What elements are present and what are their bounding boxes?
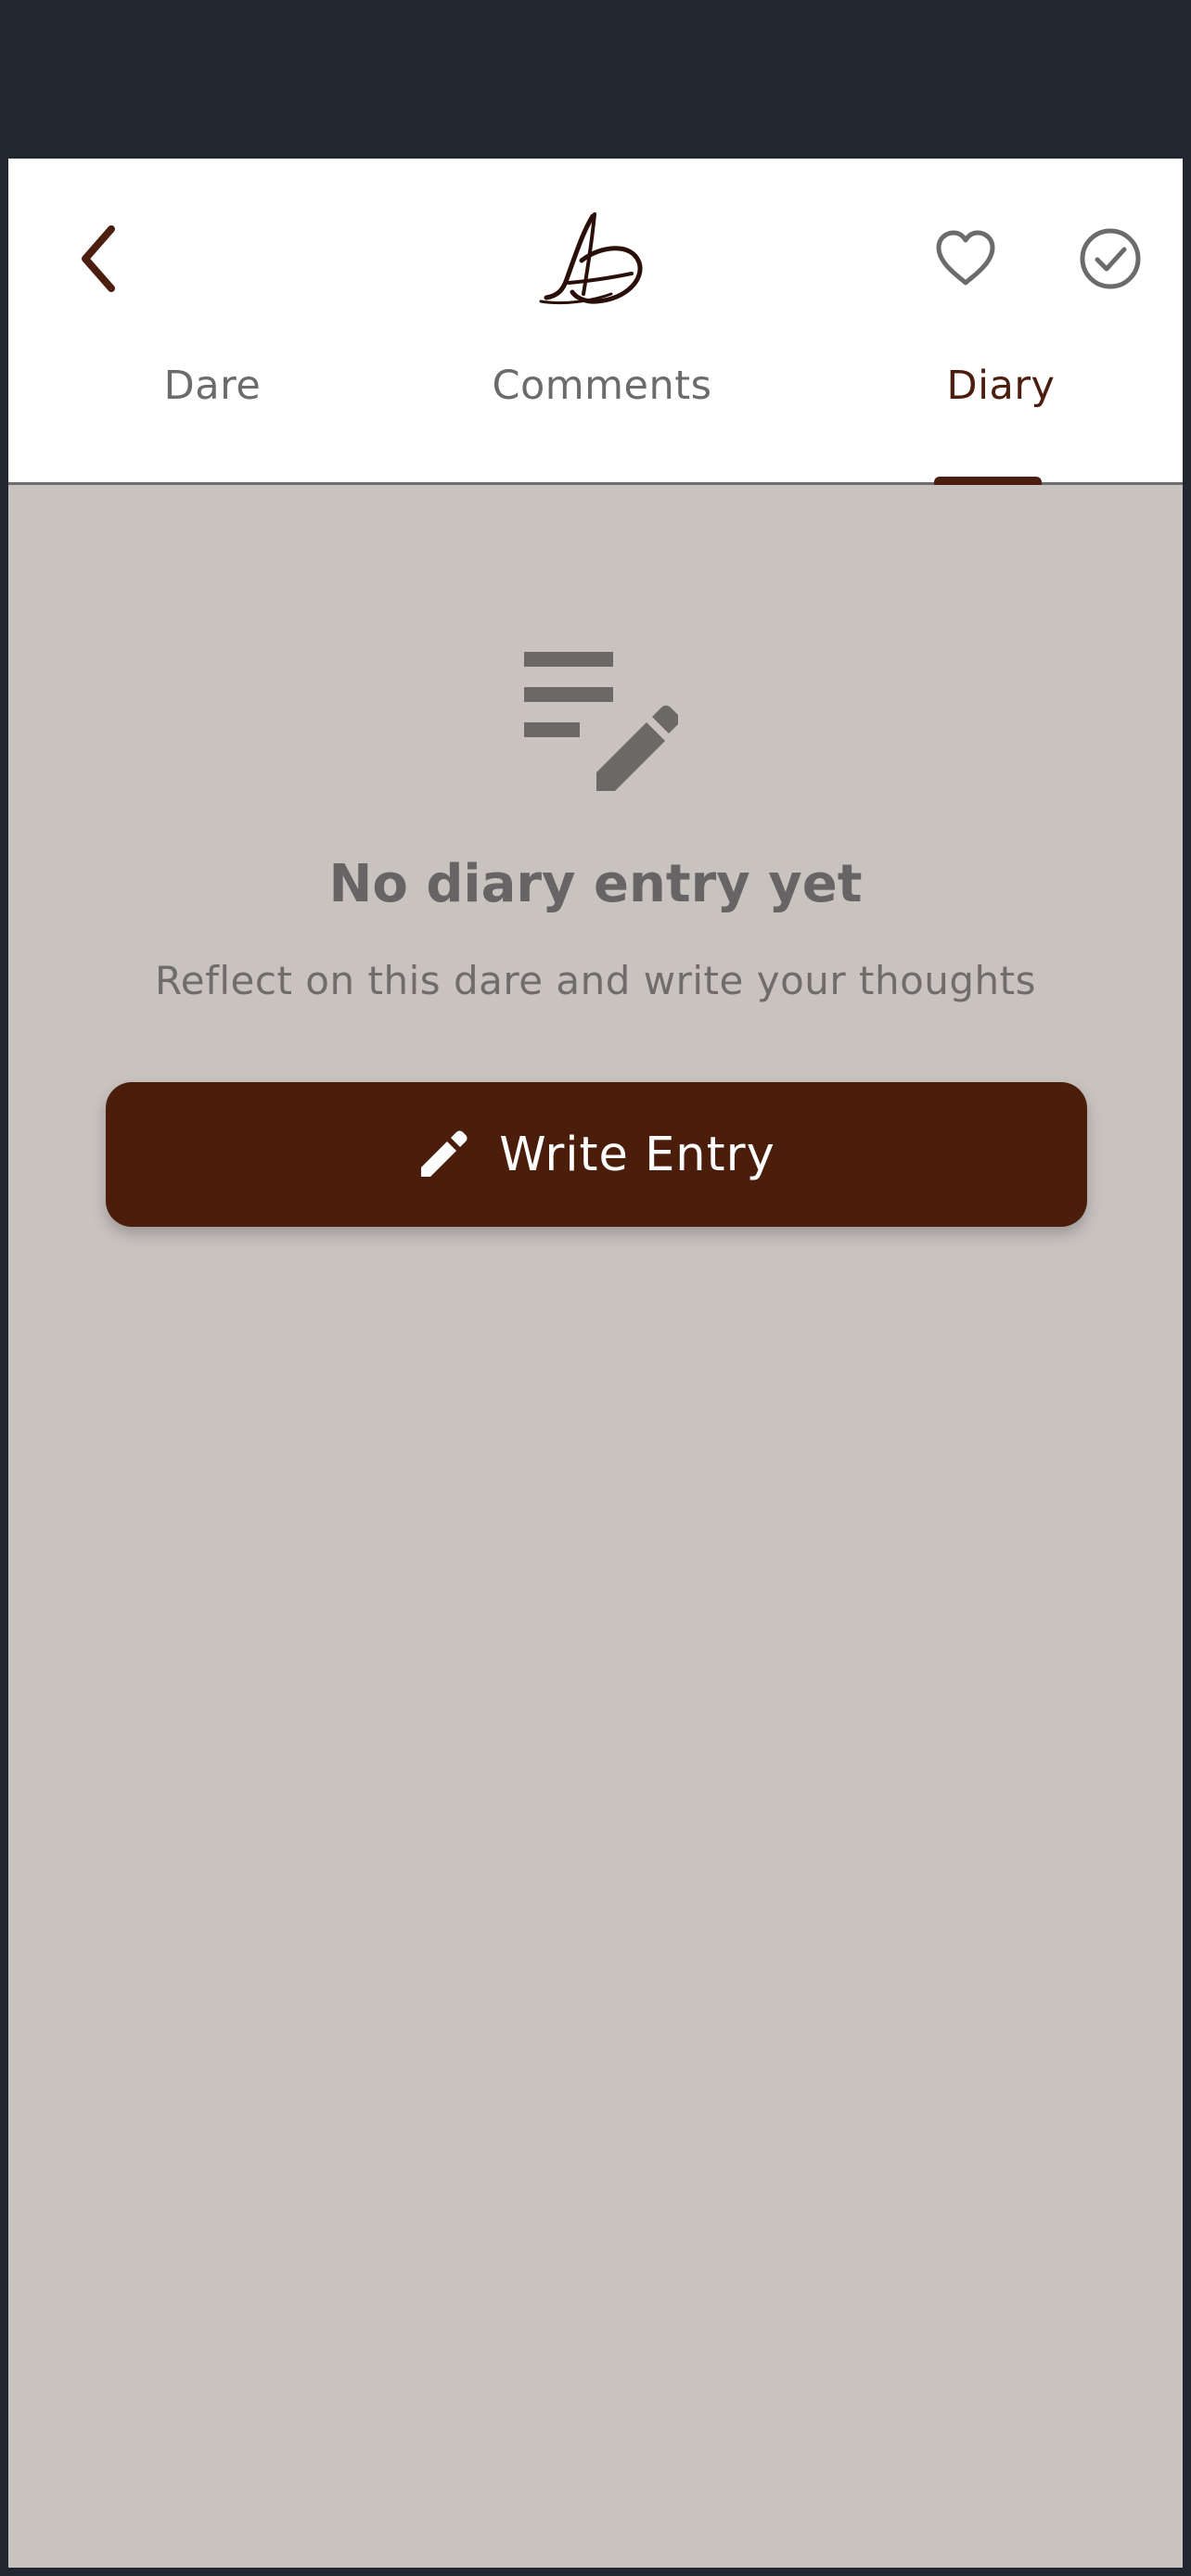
tab-bar: Dare Comments Diary: [8, 363, 1183, 483]
favorite-button[interactable]: [927, 220, 1005, 298]
tab-comments-label: Comments: [492, 363, 712, 409]
tab-diary[interactable]: Diary: [843, 363, 1159, 483]
tab-comments[interactable]: Comments: [416, 363, 788, 483]
tab-dare[interactable]: Dare: [64, 363, 361, 483]
heart-icon: [936, 230, 995, 286]
app-logo: [539, 212, 643, 305]
empty-state-subtitle: Reflect on this dare and write your thou…: [154, 958, 1037, 1003]
pencil-icon: [421, 1130, 467, 1177]
chevron-left-icon: [82, 225, 115, 292]
empty-state-title: No diary entry yet: [328, 854, 863, 914]
app-screen: Dare Comments Diary No diary entry yet R…: [8, 159, 1183, 2568]
write-entry-label: Write Entry: [499, 1127, 775, 1182]
app-header: Dare Comments Diary: [8, 159, 1183, 485]
tab-diary-label: Diary: [946, 363, 1056, 409]
active-tab-indicator: [934, 477, 1042, 485]
complete-button[interactable]: [1071, 220, 1149, 298]
back-button[interactable]: [60, 214, 134, 303]
check-circle-icon: [1080, 228, 1141, 289]
tab-dare-label: Dare: [163, 363, 262, 409]
notes-edit-icon: [524, 652, 678, 791]
write-entry-button[interactable]: Write Entry: [106, 1082, 1087, 1227]
